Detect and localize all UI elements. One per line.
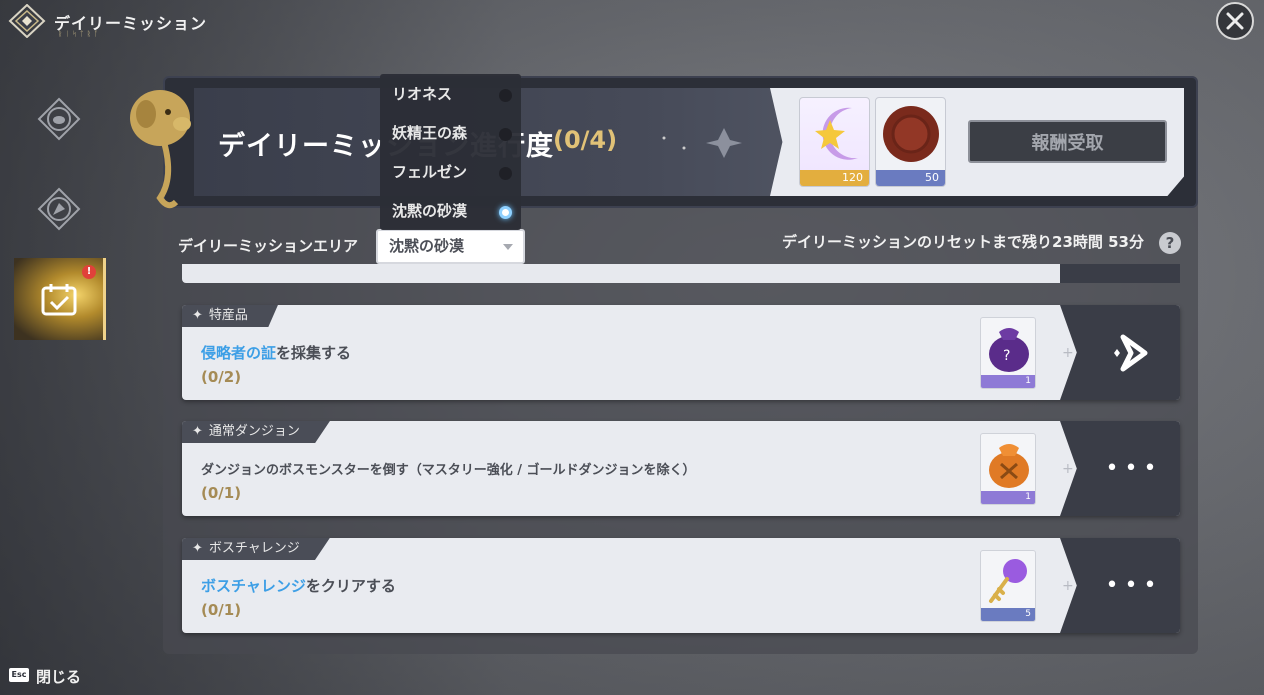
reward-count: 50 [876,170,945,186]
more-button[interactable]: ••• [1060,421,1180,516]
mission-text: ダンジョンのボスモンスターを倒す（マスタリー強化 / ゴールドダンジョンを除く） [201,463,696,478]
mission-progress: (0/1) [201,601,242,619]
plus-icon: + [1062,345,1074,361]
go-button[interactable] [1060,305,1180,400]
area-label: デイリーミッションエリア [178,237,359,255]
sparkle-icon: ✦ [192,424,203,439]
moon-crystal-icon [815,107,858,160]
area-option-felzen[interactable]: フェルゼン [392,161,512,187]
mission-reward-item[interactable]: 5 [980,550,1036,622]
orange-bag-icon [989,444,1029,488]
radio-icon [499,128,512,141]
svg-text:?: ? [1003,348,1010,364]
item-count: 1 [981,375,1035,388]
go-arrow-icon [1114,334,1148,371]
card-partial [182,264,1180,283]
area-option-lionesse[interactable]: リオネス [392,83,512,109]
page-subtitle: ᚱᛁᛋᛏᚱᚪ [58,30,102,38]
calendar-check-icon [41,284,76,316]
sparkle-icon: ✦ [192,308,203,323]
mission-card: ✦ ボスチャレンジ ボスチャレンジをクリアする (0/1) 5 + ••• [182,538,1180,633]
chevron-down-icon [503,244,513,250]
mission-card: ✦ 通常ダンジョン ダンジョンのボスモンスターを倒す（マスタリー強化 / ゴールド… [182,421,1180,516]
wax-seal-icon [883,106,939,162]
nav-compass-icon[interactable] [36,186,82,232]
area-dropdown-menu: リオネス 妖精王の森 フェルゼン 沈黙の砂漠 [380,74,521,230]
mission-card: ✦ 特産品 侵略者の証を採集する (0/2) ? 1 + [182,305,1180,400]
close-button[interactable] [1216,2,1254,40]
help-icon[interactable]: ? [1159,232,1181,254]
mission-progress: (0/2) [201,368,242,386]
area-select[interactable]: 沈黙の砂漠 [376,229,525,264]
mission-text: 侵略者の証を採集する [201,344,352,362]
mission-text: ボスチャレンジをクリアする [201,577,396,595]
item-count: 1 [981,491,1035,504]
close-label[interactable]: 閉じる [36,666,81,687]
mission-logo-icon [8,3,46,39]
reward-item-2[interactable]: 50 [875,97,946,187]
notification-badge: ! [82,265,96,279]
plus-icon: + [1062,461,1074,477]
reward-count: 120 [800,170,869,186]
golden-pig-icon [124,78,196,218]
more-button[interactable]: ••• [1060,538,1180,633]
area-option-fairy-forest[interactable]: 妖精王の森 [392,122,512,148]
more-dots-icon: ••• [1105,456,1163,481]
plus-icon: + [1062,578,1074,594]
item-count: 5 [981,608,1035,621]
banner-progress: (0/4) [553,126,618,154]
key-icon [989,559,1027,603]
claim-reward-button[interactable]: 報酬受取 [968,120,1167,163]
nav-pig-icon[interactable] [36,96,82,142]
area-selected-value: 沈黙の砂漠 [389,237,465,255]
radio-icon [499,89,512,102]
radio-icon [499,167,512,180]
radio-selected-icon [499,206,512,219]
mission-reward-item[interactable]: 1 [980,433,1036,505]
esc-key-icon[interactable]: Esc [9,668,29,682]
mission-tag: ✦ ボスチャレンジ [182,538,330,560]
mission-progress: (0/1) [201,484,242,502]
mission-tag: ✦ 通常ダンジョン [182,421,330,443]
purple-bag-icon: ? [989,328,1029,372]
more-dots-icon: ••• [1105,573,1163,598]
reset-timer: デイリーミッションのリセットまで残り23時間 53分 [782,233,1144,251]
reward-item-1[interactable]: 120 [799,97,870,187]
mission-reward-item[interactable]: ? 1 [980,317,1036,389]
area-option-silent-desert[interactable]: 沈黙の砂漠 [392,200,512,226]
mission-tag: ✦ 特産品 [182,305,278,327]
close-icon [1226,12,1244,30]
card-partial-action [1060,264,1180,283]
sparkle-icon: ✦ [192,541,203,556]
